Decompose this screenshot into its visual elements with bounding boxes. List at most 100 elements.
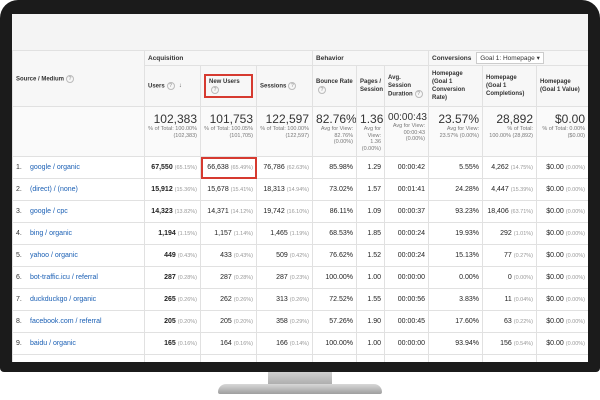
- users-pct: (15.36%): [174, 187, 197, 193]
- pages-session-header[interactable]: Pages / Session: [356, 65, 386, 107]
- pages-cell: 1.57: [356, 178, 386, 201]
- users-value: 165: [164, 340, 176, 347]
- new-users-cell: 14,371 (14.12%): [200, 200, 257, 223]
- total-users-sub: % of Total: 100.00% (102,383): [148, 126, 197, 139]
- table-row[interactable]: 7. duckduckgo / organic 265 (0.26%) 262 (0.…: [12, 288, 588, 311]
- row-index: 6.: [16, 274, 22, 281]
- table-row[interactable]: 8. facebook.com / referral 205 (0.20%) 205 …: [12, 310, 588, 333]
- source-cell: 2. (direct) / (none): [12, 178, 145, 201]
- help-icon[interactable]: ?: [66, 74, 75, 83]
- new-users-cell: 205 (0.20%): [200, 310, 257, 333]
- table-row[interactable]: 4. bing / organic 1,194 (1.15%) 1,157 (1.14…: [12, 222, 588, 245]
- conv-rate-cell: 93.94%: [428, 332, 484, 355]
- new-users-highlight: New Users?: [204, 73, 253, 99]
- users-header[interactable]: Users? ↓: [144, 65, 201, 107]
- row-index: 9.: [16, 340, 22, 347]
- goal-select-label: Goal 1: Homepage: [480, 55, 535, 62]
- help-icon[interactable]: ?: [318, 85, 327, 94]
- value-cell: $0.00 (0.00%): [536, 244, 588, 267]
- help-icon[interactable]: ?: [211, 85, 219, 94]
- table-row[interactable]: 5. yahoo / organic 449 (0.43%) 433 (0.43%) 5…: [12, 244, 588, 267]
- conv-rate-cell: 0.00%: [428, 354, 484, 362]
- value-cell: $0.00 (0.00%): [536, 200, 588, 223]
- goal-select[interactable]: Goal 1: Homepage ▾: [476, 52, 544, 64]
- users-value: 67,550: [151, 164, 173, 171]
- conv-rate-header[interactable]: Homepage (Goal 1 Conversion Rate): [428, 65, 484, 107]
- sessions-cell: 76,786 (62.63%): [255, 156, 314, 179]
- new-users-cell: 164 (0.16%): [200, 332, 257, 355]
- completions-pct: (0.22%): [513, 319, 534, 325]
- sessions-pct: (62.63%): [286, 165, 310, 171]
- new-users-header[interactable]: New Users?: [200, 65, 257, 107]
- table-row[interactable]: 2. (direct) / (none) 15,912 (15.36%) 15,678…: [12, 178, 588, 201]
- source-medium-header[interactable]: Source / Medium?: [12, 50, 145, 107]
- bounce-cell: 76.62%: [312, 244, 358, 267]
- source-link[interactable]: baidu / organic: [30, 340, 76, 347]
- table-row[interactable]: 6. bot-traffic.icu / referral 287 (0.28%) 2…: [12, 266, 588, 289]
- users-cell: 1,194 (1.15%): [144, 222, 201, 245]
- new-users-value: 262: [220, 296, 232, 303]
- source-link[interactable]: facebook.com / referral: [30, 318, 102, 325]
- table-row[interactable]: 9. baidu / organic 165 (0.16%) 164 (0.16%) 1…: [12, 332, 588, 355]
- completions-header[interactable]: Homepage (Goal 1 Completions): [482, 65, 538, 107]
- row-index: 4.: [16, 230, 22, 237]
- pages-cell: 1.52: [356, 244, 386, 267]
- completions-pct: (0.00%): [513, 275, 534, 281]
- bounce-cell: 73.02%: [312, 178, 358, 201]
- monitor-stand-base: [218, 384, 382, 394]
- value-pct: (0.00%): [565, 341, 586, 347]
- bounce-cell: 57.26%: [312, 310, 358, 333]
- help-icon[interactable]: ?: [288, 81, 297, 90]
- duration-cell: 00:00:24: [384, 222, 430, 245]
- source-link[interactable]: bot-traffic.icu / referral: [30, 274, 98, 281]
- source-cell: 10.m.facebook.com / referral: [12, 354, 145, 362]
- source-link[interactable]: duckduckgo / organic: [30, 296, 96, 303]
- value-pct: (0.00%): [565, 253, 586, 259]
- value-cell: $0.00 (0.00%): [536, 288, 588, 311]
- value-header[interactable]: Homepage (Goal 1 Value): [536, 65, 588, 107]
- source-link[interactable]: bing / organic: [30, 230, 72, 237]
- conv-rate-cell: 5.55%: [428, 156, 484, 179]
- new-users-pct: (65.49%): [230, 165, 253, 171]
- sessions-pct: (0.26%): [289, 297, 310, 303]
- row-index: 5.: [16, 252, 22, 259]
- source-link[interactable]: (direct) / (none): [30, 186, 78, 193]
- source-link[interactable]: google / organic: [30, 164, 80, 171]
- source-link[interactable]: yahoo / organic: [30, 252, 78, 259]
- table-row[interactable]: 1. google / organic 67,550 (65.15%) 66,638 …: [12, 156, 588, 179]
- total-pages: 1.36 Avg for View: 1.36 (0.00%): [356, 106, 386, 157]
- table-row[interactable]: 10.m.facebook.com / referral151 (0.15%)1…: [12, 354, 588, 362]
- total-users: 102,383% of Total: 100.00% (102,383): [144, 106, 201, 157]
- new-users-cell: 150 (0.15%): [200, 354, 257, 362]
- total-conv-rate-value: 23.57%: [438, 112, 480, 126]
- conversions-group: Conversions Goal 1: Homepage ▾: [428, 50, 588, 66]
- completions-header-label: Homepage (Goal 1 Completions): [486, 75, 525, 97]
- row-index: 7.: [16, 296, 22, 303]
- completions-cell: 11 (0.04%): [482, 288, 538, 311]
- new-users-pct: (15.41%): [230, 187, 253, 193]
- users-value: 287: [164, 274, 176, 281]
- conv-rate-cell: 93.23%: [428, 200, 484, 223]
- avg-duration-header[interactable]: Avg. Session Duration?: [384, 65, 430, 107]
- bounce-cell: 93.59%: [312, 354, 358, 362]
- source-medium-label: Source / Medium: [16, 76, 65, 83]
- total-new-users: 101,753% of Total: 100.05% (101,705): [200, 106, 257, 157]
- table-row[interactable]: 3. google / cpc 14,323 (13.82%) 14,371 (14.…: [12, 200, 588, 223]
- sessions-value: 358: [276, 318, 288, 325]
- help-icon[interactable]: ?: [166, 81, 175, 90]
- value-pct: (0.00%): [565, 319, 586, 325]
- help-icon[interactable]: ?: [414, 89, 423, 98]
- users-cell: 14,323 (13.82%): [144, 200, 201, 223]
- source-link[interactable]: google / cpc: [30, 208, 68, 215]
- sessions-cell: 166 (0.14%): [255, 332, 314, 355]
- bounce-rate-header[interactable]: Bounce Rate?: [312, 65, 358, 107]
- users-cell: 265 (0.26%): [144, 288, 201, 311]
- users-value: 205: [164, 318, 176, 325]
- completions-pct: (0.54%): [513, 341, 534, 347]
- value-value: $0.00: [546, 340, 564, 347]
- total-completions-value: 28,892: [496, 112, 534, 126]
- conv-rate-cell: 0.00%: [428, 266, 484, 289]
- sort-down-arrow-icon[interactable]: ↓: [179, 83, 182, 89]
- sessions-header[interactable]: Sessions?: [255, 65, 314, 107]
- value-pct: (0.00%): [565, 275, 586, 281]
